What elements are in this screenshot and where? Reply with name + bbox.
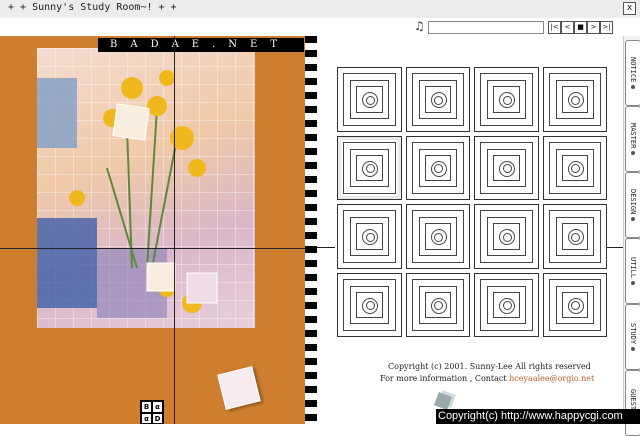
guide-line (174, 36, 175, 424)
pattern-tile[interactable] (542, 67, 607, 132)
close-button[interactable]: x (623, 2, 636, 15)
pattern-tile[interactable] (474, 272, 539, 337)
pattern-tile[interactable] (474, 67, 539, 132)
next-track-button[interactable]: >| (600, 21, 613, 34)
site-logo-bar: BADAE.NET (98, 38, 304, 52)
pattern-tile[interactable] (337, 135, 402, 200)
title-bar: + + Sunny's Study Room~! + + x (0, 0, 640, 19)
pattern-tile[interactable] (405, 67, 470, 132)
tab-notice[interactable]: NOTICE (625, 40, 640, 106)
pattern-tile[interactable] (337, 67, 402, 132)
tab-util[interactable]: UTILL (625, 238, 640, 304)
pattern-tile[interactable] (405, 204, 470, 269)
pattern-tile[interactable] (337, 204, 402, 269)
contact-line: For more information , Contact hceyaalee… (380, 374, 594, 383)
guide-line (606, 247, 624, 248)
track-title-field[interactable] (428, 21, 544, 34)
pattern-grid (337, 67, 607, 337)
flower-collage-image (37, 48, 255, 328)
spiral-binding (305, 36, 317, 424)
cover-panel: BADAE.NET B α α D (0, 36, 305, 424)
copyright-overlay: Copyright(c) http://www.happycgi.com (436, 409, 640, 424)
guide-line (0, 248, 305, 249)
logo-letter: B (141, 401, 152, 413)
copyright-text: Copyright (c) 2001. Sunny-Lee All rights… (388, 362, 591, 371)
email-link[interactable]: hceyaalee@orgio.net (509, 374, 594, 383)
guide-line (317, 247, 335, 248)
pattern-tile[interactable] (405, 272, 470, 337)
pattern-tile[interactable] (542, 204, 607, 269)
tab-label: MASTER (629, 123, 637, 149)
pattern-tile[interactable] (474, 135, 539, 200)
side-tab-bar: NOTICE MASTER DESIGN UTILL STUDY GUEST (623, 36, 640, 436)
pattern-tile[interactable] (337, 272, 402, 337)
window-title: + + Sunny's Study Room~! + + (8, 2, 177, 13)
player-toolbar (0, 18, 640, 36)
play-button[interactable]: > (587, 21, 600, 34)
logo-letter: α (141, 413, 152, 424)
tilted-photo (217, 366, 261, 410)
logo-letter: D (152, 413, 163, 424)
tab-study[interactable]: STUDY (625, 304, 640, 370)
tab-design[interactable]: DESIGN (625, 172, 640, 238)
tab-master[interactable]: MASTER (625, 106, 640, 172)
tab-label: STUDY (629, 323, 637, 345)
stop-button[interactable]: ■ (574, 21, 587, 34)
pattern-tile[interactable] (405, 135, 470, 200)
logo-letter: α (152, 401, 163, 413)
prev-track-button[interactable]: |< (548, 21, 561, 34)
pattern-tile[interactable] (474, 204, 539, 269)
pattern-tile[interactable] (542, 272, 607, 337)
tab-guest[interactable]: GUEST (625, 370, 640, 436)
tab-label: NOTICE (629, 57, 637, 83)
pattern-tile[interactable] (542, 135, 607, 200)
rewind-button[interactable]: < (561, 21, 574, 34)
tab-label: DESIGN (629, 189, 637, 215)
music-note-icon[interactable]: ♫ (414, 20, 426, 32)
contact-label: For more information , Contact (380, 374, 507, 383)
bcd-logo: B α α D (140, 400, 164, 424)
tab-label: GUEST (629, 389, 637, 411)
tab-label: UTILL (629, 257, 637, 279)
